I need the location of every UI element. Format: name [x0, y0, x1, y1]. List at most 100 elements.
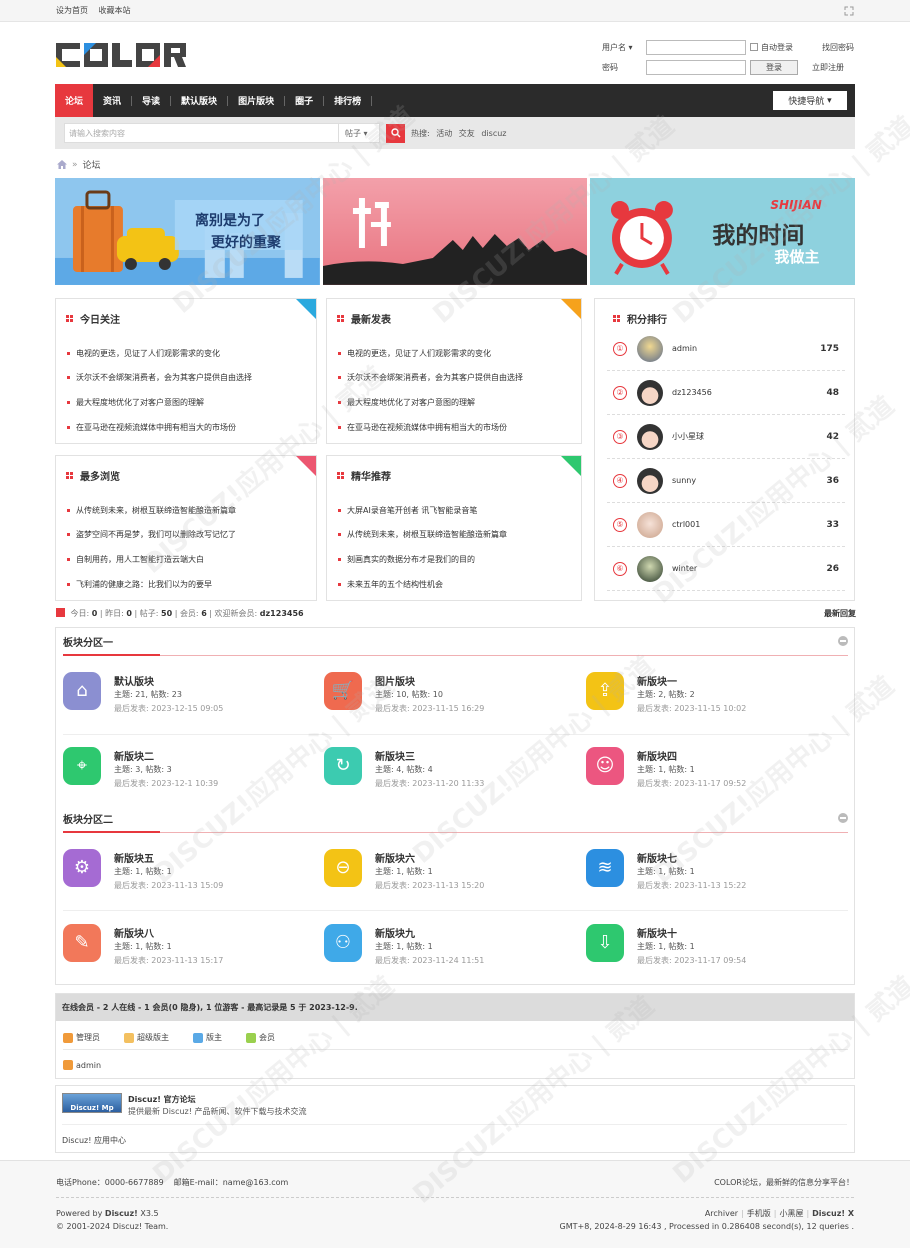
password-input[interactable]: [646, 59, 746, 75]
rank-username[interactable]: winter: [672, 564, 697, 573]
home-icon[interactable]: ⌂: [63, 672, 101, 710]
link-title[interactable]: Discuz! 官方论坛: [128, 1094, 196, 1105]
nav-item-ranking[interactable]: 排行榜: [324, 84, 371, 117]
app-center-link[interactable]: Discuz! 应用中心: [62, 1135, 126, 1146]
home-icon[interactable]: [57, 160, 67, 169]
forum-name[interactable]: 新版块八: [114, 925, 154, 940]
discuz-link[interactable]: Discuz!: [105, 1209, 138, 1218]
nav-item-default-board[interactable]: 默认版块: [171, 84, 227, 117]
list-item[interactable]: 最大程度地优化了对客户意图的理解: [67, 390, 252, 415]
forum-item[interactable]: ↻ 新版块三 主题: 4, 帖数: 4 最后发表: 2023-11-20 11:33: [324, 747, 584, 805]
forum-item[interactable]: ⌖ 新版块二 主题: 3, 帖数: 3 最后发表: 2023-12-1 10:39: [63, 747, 323, 805]
rank-username[interactable]: 小小星球: [672, 431, 704, 442]
user-icon[interactable]: ☺: [586, 747, 624, 785]
list-item[interactable]: 大屏AI录音笔开创者 讯飞智能录音笔: [338, 498, 507, 523]
banner-travel[interactable]: 离别是为了 更好的重聚: [55, 178, 320, 285]
ranking-row[interactable]: ⑤ ctrl001 33: [607, 503, 845, 547]
gear-icon[interactable]: ⚙: [63, 849, 101, 887]
forum-name[interactable]: 新版块一: [637, 673, 677, 688]
hot-search-item[interactable]: 活动: [436, 129, 452, 138]
nav-item-image-board[interactable]: 图片版块: [228, 84, 284, 117]
hot-search-item[interactable]: discuz: [481, 129, 506, 138]
forum-item[interactable]: ✎ 新版块八 主题: 1, 帖数: 1 最后发表: 2023-11-13 15:17: [63, 924, 323, 982]
list-item[interactable]: 电视的更迭，见证了人们观影需求的变化: [338, 341, 523, 366]
forum-item[interactable]: ⇪ 新版块一 主题: 2, 帖数: 2 最后发表: 2023-11-15 10:02: [586, 672, 846, 730]
username-input[interactable]: [646, 39, 746, 55]
latest-reply-link[interactable]: 最新回复: [824, 608, 856, 619]
list-item[interactable]: 沃尔沃不会绑架消费者，会为其客户提供自由选择: [67, 366, 252, 391]
ranking-row[interactable]: ③ 小小星球 42: [607, 415, 845, 459]
list-item[interactable]: 刻画真实的数据分布才是我们的目的: [338, 547, 507, 572]
rank-username[interactable]: sunny: [672, 476, 696, 485]
list-item[interactable]: 从传统到未来，树根互联缔造智能酿造新篇章: [338, 523, 507, 548]
new-member-link[interactable]: dz123456: [260, 609, 304, 618]
set-home-link[interactable]: 设为首页: [56, 6, 88, 15]
discuz-logo[interactable]: Discuz! Mp: [62, 1093, 122, 1113]
list-item[interactable]: 自制用药，用人工智能打造云端大白: [67, 547, 236, 572]
nav-item-guide[interactable]: 导读: [132, 84, 170, 117]
list-item[interactable]: 未来五年的五个结构性机会: [338, 572, 507, 597]
online-user[interactable]: admin: [63, 1060, 101, 1070]
minus-circle-icon[interactable]: ⊖: [324, 849, 362, 887]
refresh-icon[interactable]: ↻: [324, 747, 362, 785]
collapse-icon[interactable]: [838, 813, 848, 823]
list-item[interactable]: 在亚马逊在视频流媒体中拥有相当大的市场份: [67, 415, 252, 440]
avatar[interactable]: [637, 335, 663, 362]
bookmark-link[interactable]: 收藏本站: [99, 6, 131, 15]
register-link[interactable]: 立即注册: [812, 62, 844, 73]
forgot-password-link[interactable]: 找回密码: [822, 42, 854, 53]
list-item[interactable]: 在亚马逊在视频流媒体中拥有相当大的市场份: [338, 415, 523, 440]
site-logo[interactable]: [56, 40, 186, 70]
download-icon[interactable]: ⇩: [586, 924, 624, 962]
quick-nav-button[interactable]: 快捷导航 ▾: [773, 91, 847, 110]
list-item[interactable]: 电视的更迭，见证了人们观影需求的变化: [67, 341, 252, 366]
ranking-row[interactable]: ④ sunny 36: [607, 459, 845, 503]
hot-search-item[interactable]: 交友: [459, 129, 475, 138]
forum-item[interactable]: ⚇ 新版块九 主题: 1, 帖数: 1 最后发表: 2023-11-24 11:51: [324, 924, 584, 982]
ranking-row[interactable]: ② dz123456 48: [607, 371, 845, 415]
users-icon[interactable]: ⚇: [324, 924, 362, 962]
forum-name[interactable]: 新版块九: [375, 925, 415, 940]
list-item[interactable]: 飞利浦的健康之路：比我们以为的要早: [67, 572, 236, 597]
forum-name[interactable]: 默认版块: [114, 673, 154, 688]
map-icon[interactable]: ⌖: [63, 747, 101, 785]
discuzx-link[interactable]: Discuz! X: [812, 1209, 854, 1218]
rank-username[interactable]: ctrl001: [672, 520, 700, 529]
avatar[interactable]: [637, 467, 663, 494]
forum-name[interactable]: 新版块五: [114, 850, 154, 865]
auto-login-checkbox[interactable]: 自动登录: [750, 42, 808, 53]
forum-item[interactable]: ☺ 新版块四 主题: 1, 帖数: 1 最后发表: 2023-11-17 09:52: [586, 747, 846, 805]
nav-item-forum[interactable]: 论坛: [55, 84, 94, 117]
ranking-row[interactable]: ⑥ winter 26: [607, 547, 845, 591]
collapse-icon[interactable]: [838, 636, 848, 646]
forum-item[interactable]: ≋ 新版块七 主题: 1, 帖数: 1 最后发表: 2023-11-13 15:22: [586, 849, 846, 907]
banner-youth[interactable]: [322, 178, 588, 285]
mobile-link[interactable]: 手机版: [747, 1209, 771, 1218]
fullscreen-icon[interactable]: [844, 6, 854, 16]
forum-item[interactable]: ⇩ 新版块十 主题: 1, 帖数: 1 最后发表: 2023-11-17 09:54: [586, 924, 846, 982]
forum-name[interactable]: 新版块十: [637, 925, 677, 940]
search-button[interactable]: [386, 123, 405, 143]
nav-item-news[interactable]: 资讯: [93, 84, 131, 117]
rank-username[interactable]: dz123456: [672, 388, 712, 397]
nav-item-circle[interactable]: 圈子: [285, 84, 323, 117]
username-label[interactable]: 用户名 ▾: [602, 42, 646, 53]
edit-icon[interactable]: ✎: [63, 924, 101, 962]
search-type-select[interactable]: 帖子 ▾: [339, 123, 380, 143]
list-item[interactable]: 盗梦空间不再是梦，我们可以删除改写记忆了: [67, 523, 236, 548]
forum-name[interactable]: 图片版块: [375, 673, 415, 688]
list-item[interactable]: 沃尔沃不会绑架消费者，会为其客户提供自由选择: [338, 366, 523, 391]
breadcrumb-current[interactable]: 论坛: [83, 158, 101, 171]
list-item[interactable]: 从传统到未来，树根互联缔造智能酿造新篇章: [67, 498, 236, 523]
forum-name[interactable]: 新版块六: [375, 850, 415, 865]
cart-icon[interactable]: 🛒: [324, 672, 362, 710]
avatar[interactable]: [637, 423, 663, 450]
list-item[interactable]: 最大程度地优化了对客户意图的理解: [338, 390, 523, 415]
forum-item[interactable]: ⚙ 新版块五 主题: 1, 帖数: 1 最后发表: 2023-11-13 15:09: [63, 849, 323, 907]
wifi-icon[interactable]: ≋: [586, 849, 624, 887]
forum-name[interactable]: 新版块七: [637, 850, 677, 865]
forum-item[interactable]: 🛒 图片版块 主题: 10, 帖数: 10 最后发表: 2023-11-15 16:2…: [324, 672, 584, 730]
upload-icon[interactable]: ⇪: [586, 672, 624, 710]
forum-item[interactable]: ⌂ 默认版块 主题: 21, 帖数: 23 最后发表: 2023-12-15 09:0…: [63, 672, 323, 730]
forum-name[interactable]: 新版块三: [375, 748, 415, 763]
